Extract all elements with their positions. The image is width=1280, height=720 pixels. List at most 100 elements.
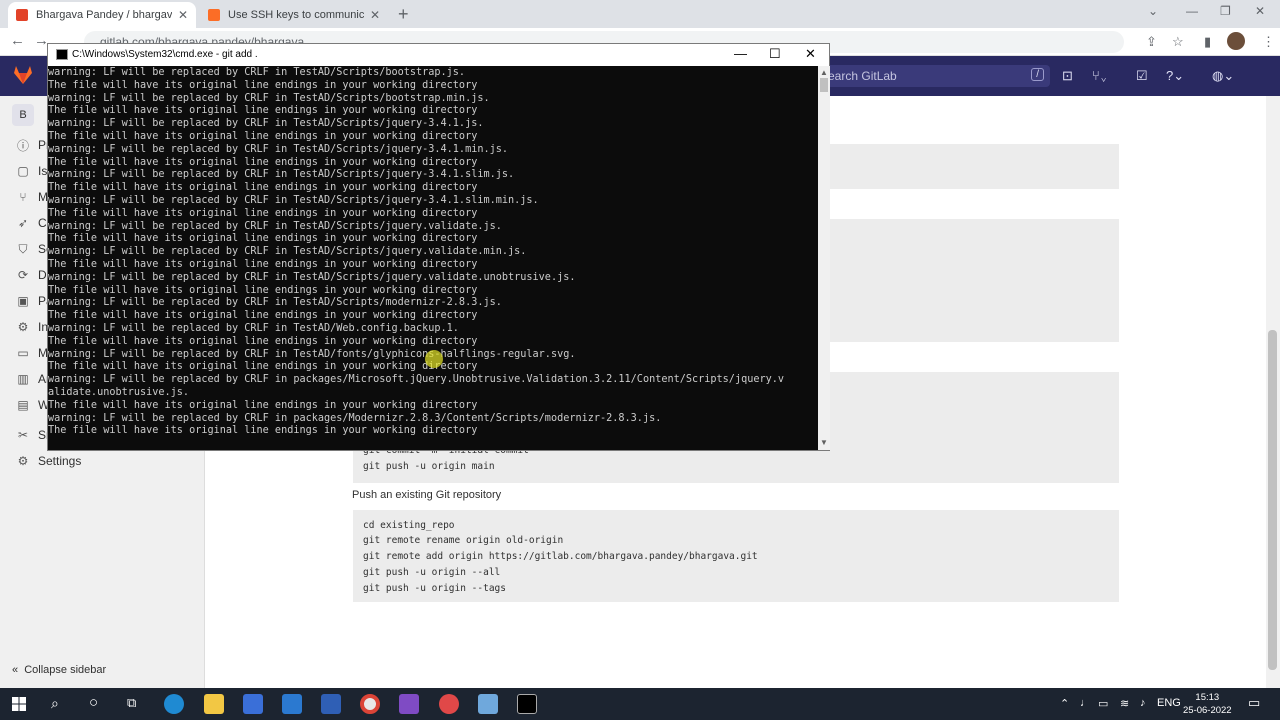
battery-icon[interactable]: ▭: [1098, 697, 1108, 710]
cmd-title-bar[interactable]: C:\Windows\System32\cmd.exe - git add . …: [48, 44, 829, 66]
mail-icon[interactable]: [282, 694, 302, 714]
code-line: git push -u origin --all: [363, 567, 501, 578]
gitlab-docs-favicon-icon: [208, 9, 220, 21]
cmd-output-line: The file will have its original line end…: [48, 79, 478, 91]
cmd-output-line: warning: LF will be replaced by CRLF in …: [48, 297, 502, 309]
search-shortcut-badge: /: [1031, 68, 1044, 81]
close-tab-icon[interactable]: ✕: [178, 8, 188, 22]
deployments-icon: ⟳: [17, 268, 29, 282]
cmd-output-line: warning: LF will be replaced by CRLF in …: [48, 246, 527, 258]
language-indicator[interactable]: ENG: [1157, 697, 1181, 709]
side-panel-icon[interactable]: ▮: [1204, 34, 1211, 50]
edge-icon[interactable]: [164, 694, 184, 714]
sidebar-item-monitor[interactable]: ▭ M: [16, 343, 48, 363]
package-icon: ▣: [17, 294, 29, 308]
code-line: git remote add origin https://gitlab.com…: [363, 551, 758, 562]
sidebar-item-infrastructure[interactable]: ⚙ In: [16, 317, 48, 337]
sidebar-item-merge-requests[interactable]: ⑂ M: [16, 187, 48, 207]
cmd-output-line: The file will have its original line end…: [48, 335, 478, 347]
cmd-window-title: C:\Windows\System32\cmd.exe - git add .: [72, 49, 258, 60]
cmd-output-line: The file will have its original line end…: [48, 284, 478, 296]
cmd-window[interactable]: C:\Windows\System32\cmd.exe - git add . …: [47, 43, 830, 451]
wifi-icon[interactable]: ≋: [1120, 697, 1129, 710]
new-tab-button[interactable]: +: [398, 4, 409, 25]
search-icon[interactable]: ⌕: [51, 695, 59, 712]
cmd-output-line: The file will have its original line end…: [48, 399, 478, 411]
cmd-scrollbar-thumb[interactable]: [820, 78, 828, 92]
cmd-output-line: warning: LF will be replaced by CRLF in …: [48, 322, 459, 334]
collapse-sidebar-button[interactable]: « Collapse sidebar: [12, 664, 106, 676]
book-icon: ▤: [17, 398, 29, 412]
merge-requests-icon[interactable]: ⑂⌄: [1092, 68, 1108, 83]
taskbar-clock[interactable]: 15:13 25-06-2022: [1183, 691, 1232, 717]
todo-icon[interactable]: ☑: [1136, 68, 1148, 84]
scroll-up-icon[interactable]: ▲: [820, 68, 828, 77]
task-view-icon[interactable]: ⧉: [127, 695, 136, 711]
bookmark-star-icon[interactable]: ☆: [1172, 34, 1184, 50]
user-menu-icon[interactable]: ◍⌄: [1212, 68, 1234, 84]
clock-time: 15:13: [1195, 692, 1220, 703]
share-icon[interactable]: ⇪: [1146, 34, 1157, 50]
chrome-icon[interactable]: [360, 694, 380, 714]
browser-tab-strip: Bhargava Pandey / bhargava · Gi ✕ Use SS…: [0, 0, 1280, 28]
sidebar-item-project-info[interactable]: ⓘ Pr: [16, 135, 50, 155]
chart-icon: ▥: [17, 372, 29, 386]
cmd-output-line: alidate.unobtrusive.js.: [48, 386, 190, 398]
cloud-gear-icon: ⚙: [17, 320, 29, 334]
minimize-icon[interactable]: —: [1186, 4, 1198, 18]
gitlab-favicon-icon: [16, 9, 28, 21]
sidebar-item-settings[interactable]: ⚙ Settings: [16, 451, 82, 471]
help-icon[interactable]: ?⌄: [1166, 68, 1184, 84]
search-placeholder: Search GitLab: [820, 69, 897, 83]
document-app-icon[interactable]: [321, 694, 341, 714]
volume-icon[interactable]: ♪: [1140, 697, 1146, 709]
tab-ssh-docs[interactable]: Use SSH keys to communicate w ✕: [200, 2, 388, 28]
sidebar-item-label: Settings: [38, 454, 82, 468]
monitor-icon: ▭: [17, 346, 29, 360]
close-icon[interactable]: ✕: [805, 46, 816, 62]
recorder-icon[interactable]: [439, 694, 459, 714]
cmd-scrollbar[interactable]: ▲ ▼: [818, 66, 830, 450]
profile-avatar[interactable]: [1227, 32, 1245, 50]
gitlab-logo-icon[interactable]: [12, 64, 34, 86]
sidebar-item-ci-cd[interactable]: ➶ Cl: [16, 213, 49, 233]
issues-icon: ▢: [17, 164, 29, 178]
visual-studio-icon[interactable]: [399, 694, 419, 714]
notepad-icon[interactable]: [478, 694, 498, 714]
project-avatar[interactable]: B: [12, 104, 34, 126]
cmd-app-icon: [56, 49, 68, 60]
scroll-down-icon[interactable]: ▼: [820, 438, 828, 447]
create-new-icon[interactable]: ⊡: [1062, 68, 1073, 84]
close-window-icon[interactable]: ✕: [1255, 4, 1265, 18]
windows-start-icon[interactable]: [12, 697, 26, 711]
sidebar-item-wiki[interactable]: ▤ W: [16, 395, 49, 415]
cmd-output-line: warning: LF will be replaced by CRLF in …: [48, 92, 490, 104]
menu-kebab-icon[interactable]: ⋮: [1262, 34, 1275, 50]
page-scrollbar-thumb[interactable]: [1268, 330, 1277, 670]
show-hidden-icons-icon[interactable]: ⌃: [1060, 697, 1069, 710]
rocket-icon: ➶: [17, 216, 29, 230]
cmd-output-line: The file will have its original line end…: [48, 207, 478, 219]
back-icon[interactable]: ←: [10, 32, 25, 49]
cmd-output-line: The file will have its original line end…: [48, 130, 478, 142]
section-heading: Push an existing Git repository: [352, 489, 502, 501]
clock-date: 25-06-2022: [1183, 705, 1232, 716]
cmd-output-line: warning: LF will be replaced by CRLF in …: [48, 220, 502, 232]
microphone-icon[interactable]: ♩: [1080, 697, 1091, 709]
code-line: cd existing_repo: [363, 520, 455, 531]
tab-search-icon[interactable]: ⌄: [1148, 4, 1158, 18]
tab-gitlab[interactable]: Bhargava Pandey / bhargava · Gi ✕: [8, 2, 196, 28]
file-explorer-icon[interactable]: [204, 694, 224, 714]
maximize-icon[interactable]: ☐: [769, 46, 781, 62]
cortana-icon[interactable]: ○: [89, 694, 98, 711]
maximize-icon[interactable]: ❐: [1220, 4, 1231, 18]
mouse-cursor-highlight: [425, 350, 443, 368]
notifications-icon[interactable]: ▭: [1248, 695, 1260, 711]
store-icon[interactable]: [243, 694, 263, 714]
close-tab-icon[interactable]: ✕: [370, 8, 380, 22]
cmd-taskbar-icon[interactable]: [517, 694, 537, 714]
minimize-icon[interactable]: —: [734, 46, 747, 61]
search-input[interactable]: Search GitLab /: [810, 65, 1050, 87]
cmd-output[interactable]: warning: LF will be replaced by CRLF in …: [48, 66, 818, 450]
shield-icon: ⛉: [18, 241, 28, 256]
